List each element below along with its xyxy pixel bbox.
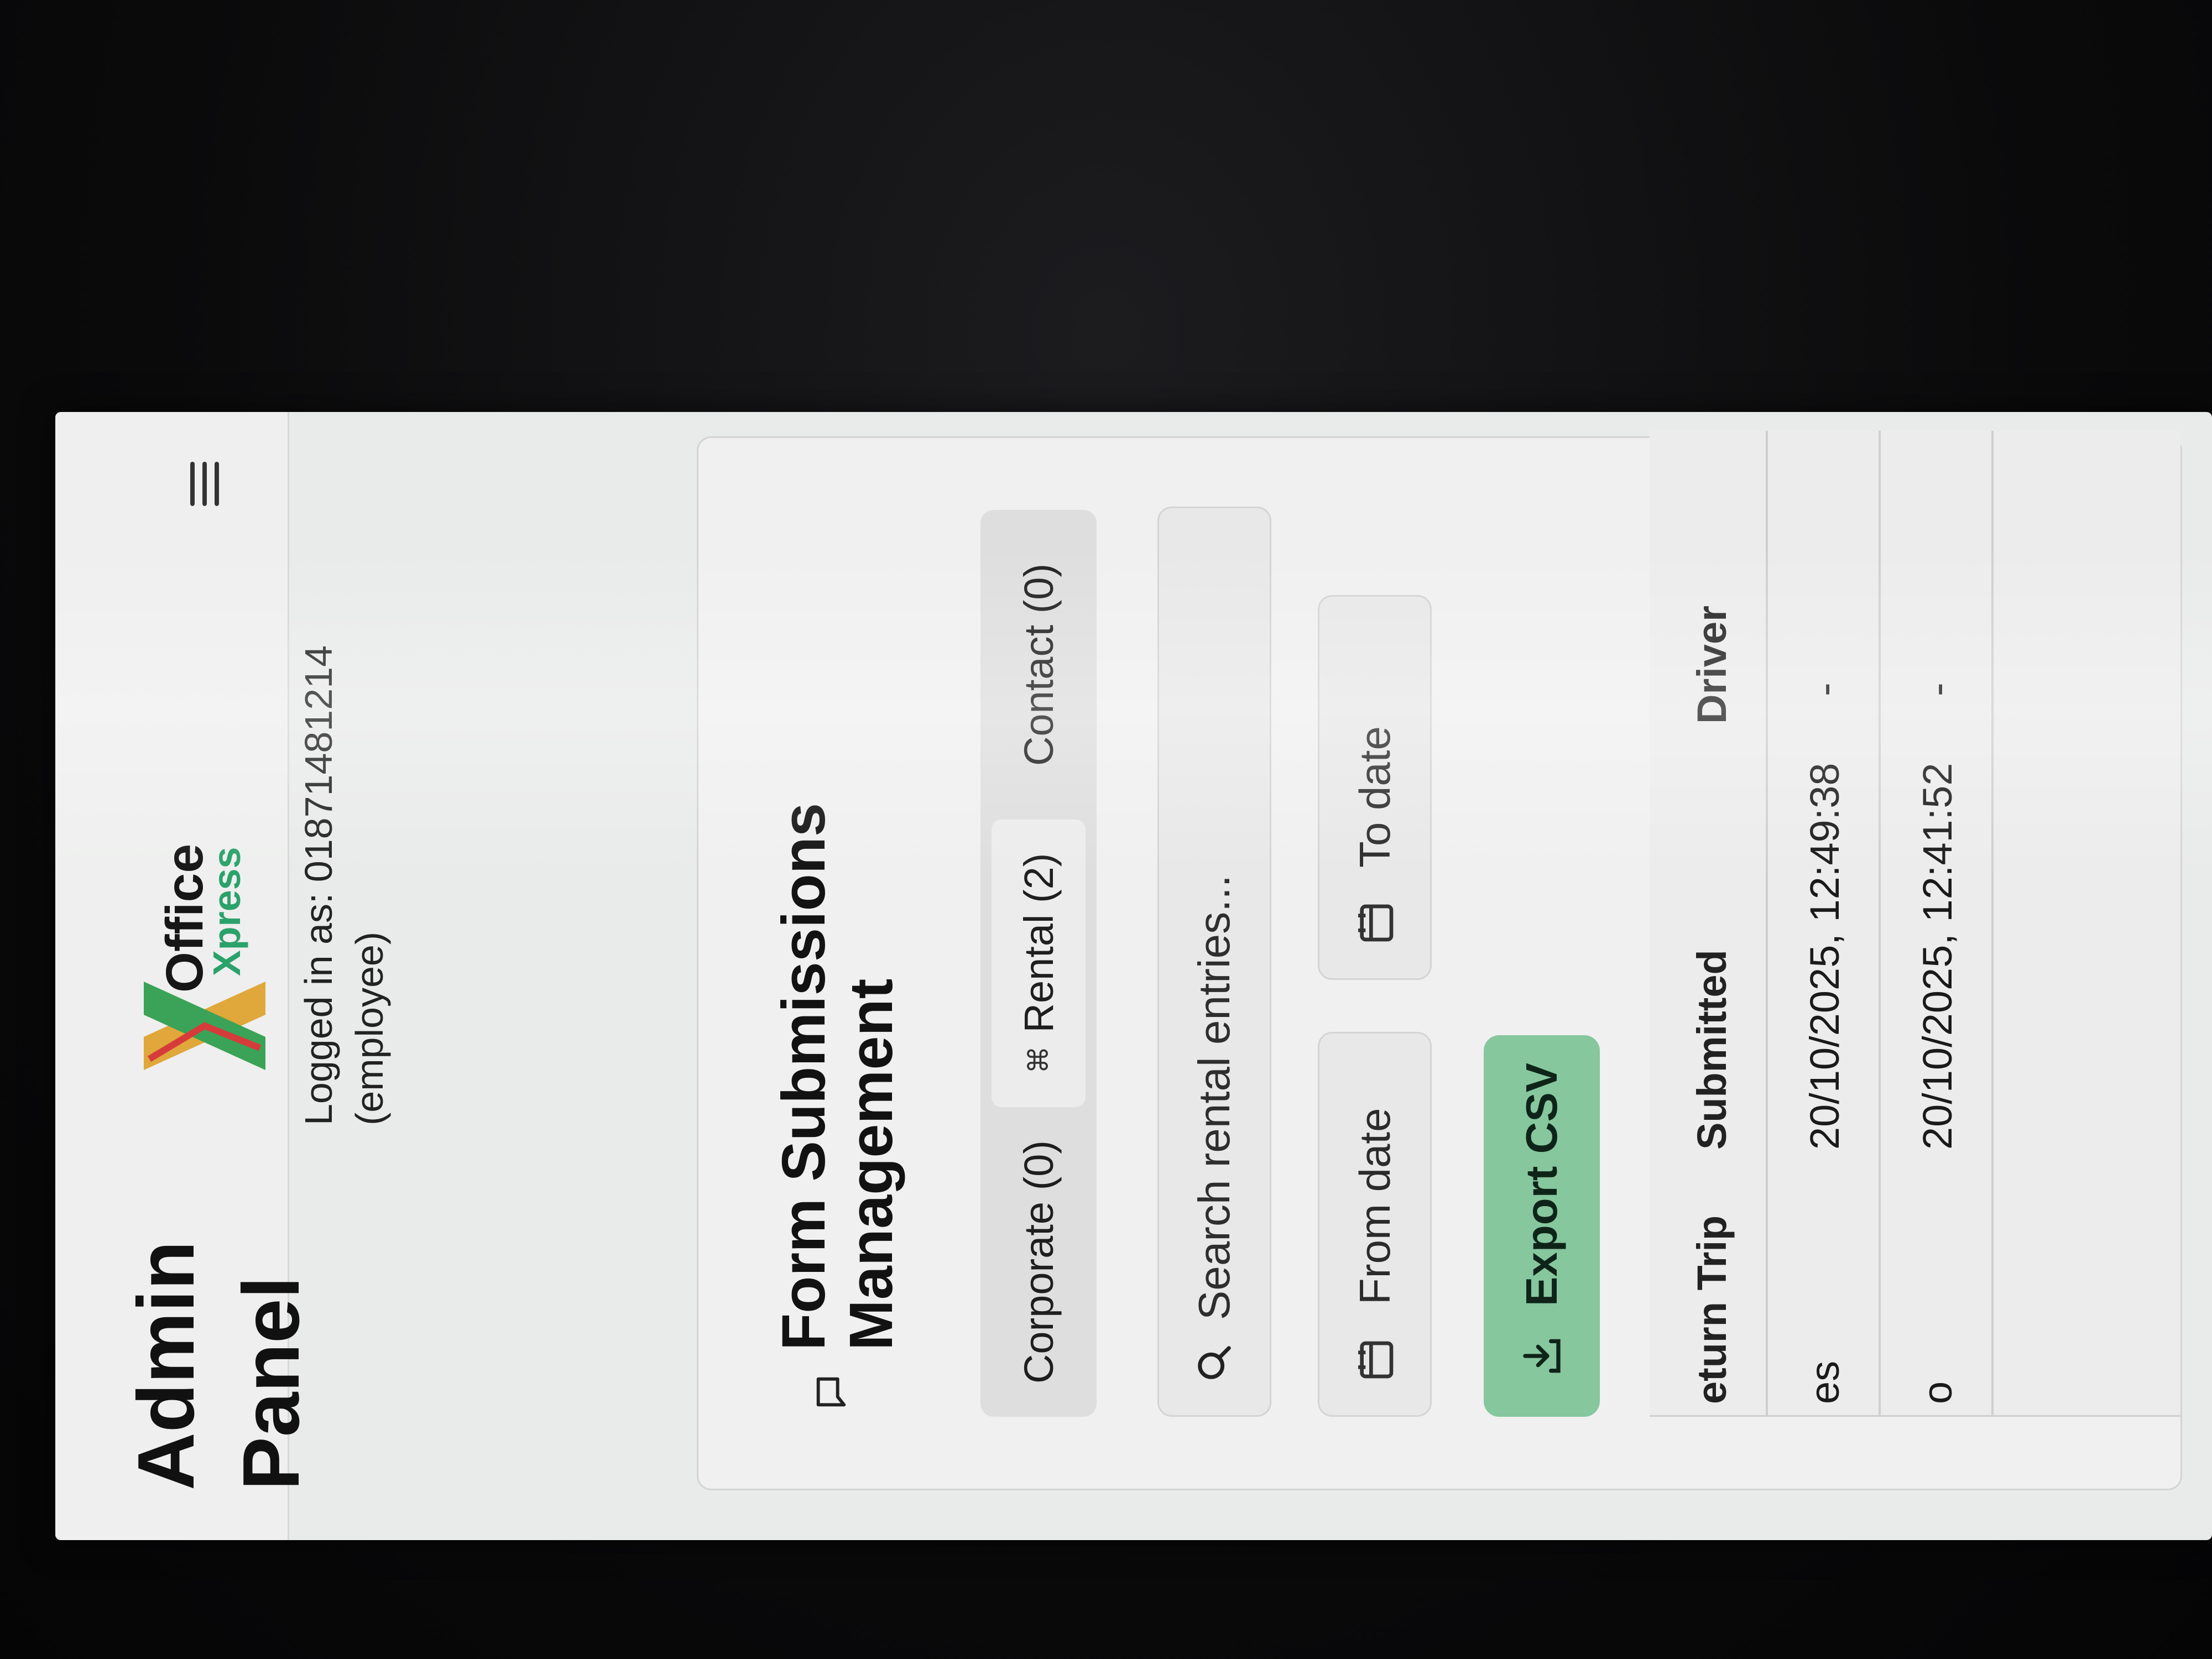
form-submissions-card: Form Submissions Management Corporate (0… [697,431,2182,1490]
tab-contact-label: Contact (0) [1015,563,1062,766]
submission-tabs: Corporate (0) ⌘ Rental (2) Contact (0) [980,510,1097,1417]
calendar-icon [1358,904,1394,942]
card-title: Form Submissions Management [770,802,905,1350]
tab-contact[interactable]: Contact (0) [992,521,1086,808]
tab-corporate[interactable]: Corporate (0) [992,1118,1086,1406]
column-submitted[interactable]: Submitted [1688,950,1735,1150]
logo-xpress-text: Xpress [205,847,248,976]
tab-rental-label: Rental (2) [1015,853,1062,1033]
search-box [1157,507,1271,1417]
cell-driver: - [1802,682,1848,696]
from-date-button[interactable]: From date [1318,1032,1432,1417]
column-return-trip[interactable]: eturn Trip [1688,1215,1735,1404]
search-input[interactable] [1188,545,1240,1321]
cell-submitted: 20/10/2025, 12:49:38 [1802,763,1848,1150]
top-header: Admin Panel Office Xpress [55,412,316,1540]
export-csv-button[interactable]: Export CSV [1484,1035,1600,1417]
car-icon: ⌘ [1023,1046,1054,1074]
cell-return-trip: es [1802,1360,1848,1404]
cell-driver: - [1914,682,1960,696]
cell-return-trip: o [1914,1381,1960,1404]
download-icon [1523,1339,1561,1373]
table-row[interactable]: o 20/10/2025, 12:41:52 - [1881,431,1994,1415]
message-square-icon [816,1377,846,1407]
logged-in-text: Logged in as: 01871481214 [297,645,340,1125]
office-xpress-logo[interactable]: Office Xpress [133,844,276,1081]
login-info: Logged in as: 01871481214 (employee) [293,572,395,1125]
tab-rental[interactable]: ⌘ Rental (2) [992,820,1086,1107]
calendar-icon [1358,1341,1394,1379]
search-icon [1198,1346,1231,1379]
to-date-button[interactable]: To date [1318,595,1432,980]
tab-corporate-label: Corporate (0) [1015,1140,1062,1384]
user-role: (employee) [348,931,391,1125]
rental-table: eturn Trip Submitted Driver es 20/10/202… [1650,431,2180,1417]
hamburger-menu-icon[interactable] [182,462,227,506]
phone-screen: Admin Panel Office Xpress Logged in as: … [55,412,2212,1540]
from-date-label: From date [1350,1108,1399,1305]
table-row[interactable]: es 20/10/2025, 12:49:38 - [1768,431,1881,1415]
column-driver[interactable]: Driver [1688,606,1735,724]
cell-submitted: 20/10/2025, 12:41:52 [1914,763,1960,1150]
page-title: Admin Panel [121,1240,316,1490]
to-date-label: To date [1350,726,1399,868]
table-header: eturn Trip Submitted Driver [1650,431,1768,1415]
export-csv-label: Export CSV [1517,1062,1566,1306]
